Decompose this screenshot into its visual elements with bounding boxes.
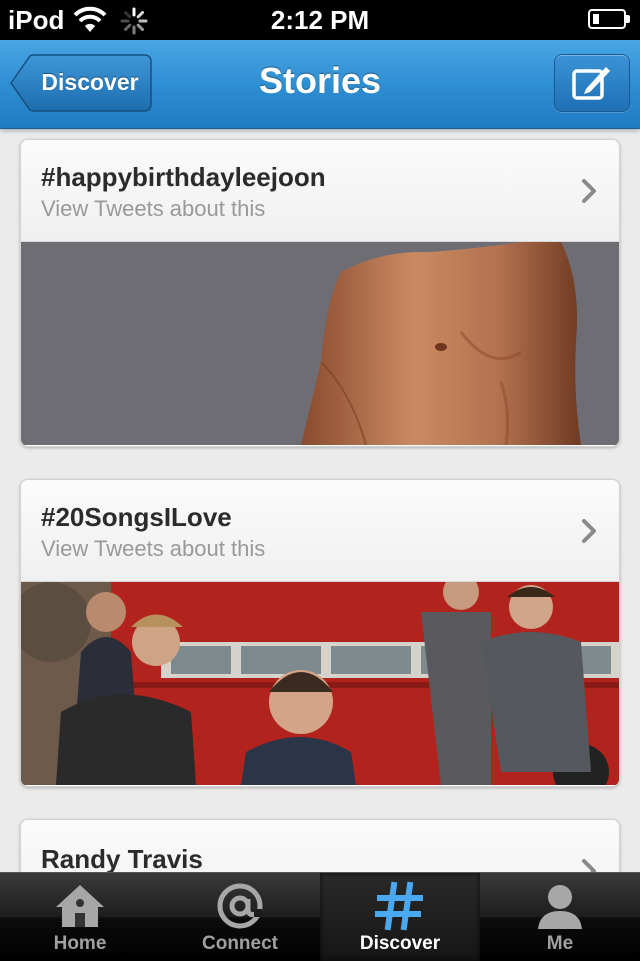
story-subtitle: View Tweets about this (41, 196, 266, 221)
story-image[interactable] (21, 582, 619, 785)
nav-bar: Discover Stories (0, 40, 640, 129)
tab-label: Connect (202, 933, 278, 954)
story-card[interactable]: Randy Travis (20, 819, 620, 872)
story-title: #20SongsILove (41, 502, 232, 532)
status-bar: iPod 2:12 PM (0, 0, 640, 40)
home-icon (56, 885, 104, 927)
story-title: Randy Travis (41, 844, 203, 872)
story-subtitle: View Tweets about this (41, 536, 266, 561)
tab-label: Home (53, 933, 107, 954)
page-title: Stories (258, 60, 382, 101)
story-header[interactable]: Randy Travis (21, 820, 619, 872)
chevron-right-icon (582, 519, 596, 543)
compose-tweet-button[interactable] (554, 54, 630, 112)
chevron-right-icon (582, 859, 596, 872)
story-header[interactable]: #happybirthdayleejoon View Tweets about … (21, 140, 619, 242)
tab-label: Discover (359, 933, 441, 954)
battery-icon (588, 9, 630, 29)
story-header[interactable]: #20SongsILove View Tweets about this (21, 480, 619, 582)
at-icon (217, 883, 263, 929)
story-card[interactable]: #happybirthdayleejoon View Tweets about … (20, 139, 620, 447)
clock: 2:12 PM (270, 5, 370, 35)
tab-label: Me (546, 933, 574, 954)
tab-me[interactable]: Me (480, 873, 640, 961)
compose-icon (572, 67, 610, 100)
stories-list[interactable]: #happybirthdayleejoon View Tweets about … (0, 129, 640, 872)
person-icon (538, 885, 582, 929)
tab-home[interactable]: Home (0, 873, 160, 961)
tab-bar: Home Connect Discover Me (0, 872, 640, 961)
story-card[interactable]: #20SongsILove View Tweets about this (20, 479, 620, 787)
tab-discover[interactable]: Discover (320, 873, 480, 961)
tab-connect[interactable]: Connect (160, 873, 320, 961)
story-title: #happybirthdayleejoon (41, 162, 326, 192)
chevron-right-icon (582, 179, 596, 203)
story-image[interactable] (21, 242, 619, 445)
hashtag-icon (375, 881, 423, 931)
